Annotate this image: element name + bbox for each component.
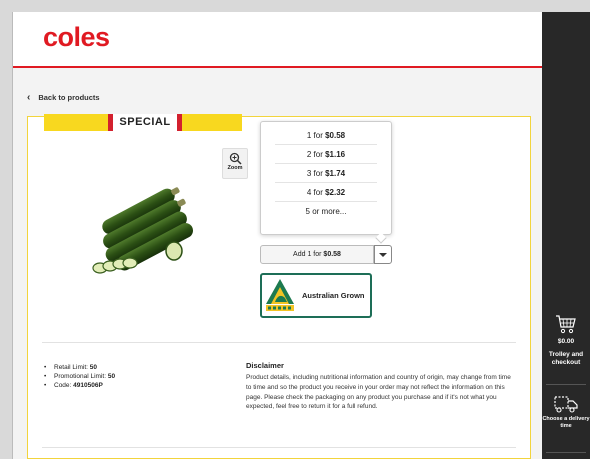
back-link-label: Back to products — [38, 93, 100, 102]
chevron-left-icon: ‹ — [27, 92, 31, 103]
trolley-total: $0.00 — [557, 338, 575, 345]
australian-grown-label: Australian Grown — [302, 291, 365, 300]
more-quantity-option[interactable]: 5 or more... — [275, 202, 377, 221]
back-to-products-link[interactable]: ‹ Back to products — [27, 92, 100, 103]
section-divider — [42, 447, 516, 448]
product-card: SPECIAL Zoom 1 for $0.58 2 for $1.16 3 f… — [27, 114, 531, 459]
main-page: coles ‹ Back to products SPECIAL Zoom 1 … — [12, 12, 542, 459]
price-option[interactable]: 1 for $0.58 — [275, 126, 377, 145]
retail-limit-item: Retail Limit: 50 — [42, 363, 115, 372]
zoom-button[interactable]: Zoom — [222, 148, 248, 179]
delivery-label: Choose a delivery time — [542, 416, 590, 429]
section-divider — [42, 342, 516, 343]
add-button-label: Add 1 for — [293, 251, 322, 258]
price-option[interactable]: 2 for $1.16 — [275, 145, 377, 164]
choose-delivery-time-button[interactable]: Choose a delivery time — [542, 394, 590, 430]
trolley-label: Trolley and checkout — [548, 351, 584, 366]
price-option[interactable]: 4 for $2.32 — [275, 183, 377, 202]
product-limits-list: Retail Limit: 50 Promotional Limit: 50 C… — [42, 363, 115, 390]
special-banner: SPECIAL — [44, 114, 242, 131]
zucchini-product-image — [92, 187, 194, 274]
sidebar-divider — [546, 452, 586, 453]
coles-logo[interactable]: coles — [43, 22, 110, 53]
australian-grown-badge: Australian Grown — [260, 273, 372, 318]
disclaimer-title: Disclaimer — [246, 361, 284, 370]
quantity-price-popup: 1 for $0.58 2 for $1.16 3 for $1.74 4 fo… — [260, 121, 392, 235]
trolley-checkout-button[interactable]: $0.00 Trolley and checkout — [542, 314, 590, 367]
chevron-down-icon — [379, 253, 387, 257]
sidebar-divider — [546, 384, 586, 385]
product-code-item: Code: 4910506P — [42, 381, 115, 390]
add-to-trolley-button[interactable]: Add 1 for $0.58 — [260, 245, 374, 264]
trolley-sidebar: $0.00 Trolley and checkout Choose a deli… — [542, 12, 590, 459]
quantity-dropdown-toggle[interactable] — [374, 245, 392, 264]
price-option[interactable]: 3 for $1.74 — [275, 164, 377, 183]
australian-grown-kangaroo-icon — [266, 279, 294, 311]
disclaimer-section: Disclaimer Product details, including nu… — [246, 361, 514, 412]
add-button-price: $0.58 — [323, 251, 341, 258]
zoom-label: Zoom — [227, 165, 243, 171]
delivery-truck-icon — [542, 394, 590, 414]
site-header: coles — [13, 12, 542, 68]
promotional-limit-item: Promotional Limit: 50 — [42, 372, 115, 381]
zoom-in-icon — [229, 152, 242, 165]
special-label: SPECIAL — [108, 114, 182, 131]
trolley-icon — [542, 314, 590, 334]
disclaimer-text: Product details, including nutritional i… — [246, 374, 511, 411]
